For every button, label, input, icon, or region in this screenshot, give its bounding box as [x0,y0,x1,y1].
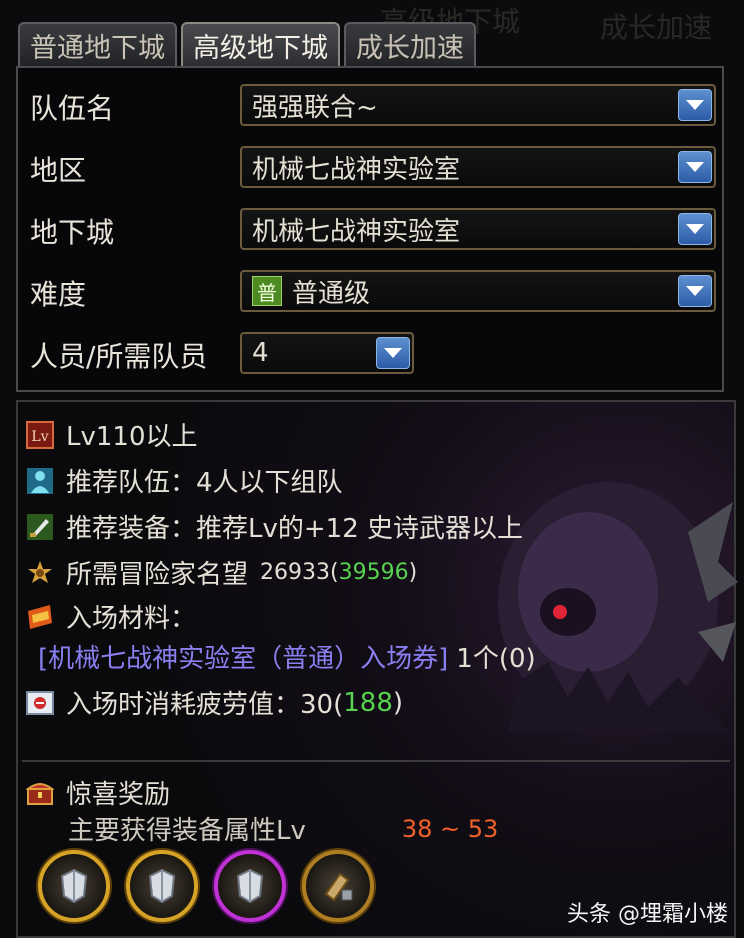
armor-reward-icon[interactable] [214,850,286,922]
chevron-down-icon[interactable] [678,151,712,183]
tab-growth-boost[interactable]: 成长加速 [344,22,476,66]
tab-normal-dungeon[interactable]: 普通地下城 [18,22,177,66]
dungeon-value: 机械七战神实验室 [252,216,461,247]
boss-artwork [498,482,738,732]
ticket-count: 1个(0) [456,644,536,674]
region-select[interactable]: 机械七战神实验室 [240,146,716,188]
ticket-name[interactable]: [机械七战神实验室（普通）入场券] [38,638,448,675]
members-label: 人员/所需队员 [30,340,208,373]
difficulty-value: 普通级 [292,278,371,309]
sword-icon [26,513,54,541]
fame-requirement: 所需冒险家名望 26933(39596) [26,554,417,591]
team-name-label: 队伍名 [30,92,115,125]
difficulty-select[interactable]: 普 普通级 [240,270,716,312]
watermark: 头条 @埋霜小楼 [567,896,728,928]
fatigue-label: 入场时消耗疲劳值：30( [66,690,344,720]
members-row: 人员/所需队员 [30,332,240,378]
recommended-gear: 推荐装备：推荐Lv的+12 史诗武器以上 [26,508,523,545]
recommended-team-text: 推荐队伍：4人以下组队 [66,468,343,498]
watermark-text: 头条 @埋霜小楼 [567,902,728,927]
fame-current: 26933( [260,560,339,585]
fatigue-close: ) [392,687,404,718]
fame-close: ) [408,560,418,585]
team-name-row: 队伍名 [30,84,240,130]
difficulty-badge: 普 [252,276,282,306]
dungeon-tabs: 普通地下城 高级地下城 成长加速 [18,22,476,66]
fame-required: 39596 [338,560,409,585]
members-value: 4 [252,338,269,368]
reward-items [38,850,374,922]
armor-reward-icon[interactable] [126,850,198,922]
dungeon-info-panel: Lv Lv110以上 推荐队伍：4人以下组队 推荐装备：推荐Lv的+12 史诗武… [16,400,738,938]
svg-text:Lv: Lv [31,429,48,445]
difficulty-row: 难度 [30,270,240,316]
difficulty-label: 难度 [30,278,87,311]
chevron-down-icon[interactable] [678,89,712,121]
treasure-chest-icon [26,779,54,807]
chevron-down-icon[interactable] [678,213,712,245]
region-value: 机械七战神实验室 [252,154,461,185]
background-ghost-tab: 成长加速 [600,11,713,44]
fatigue-icon [26,689,54,717]
reward-level-range: 38 ~ 53 [401,814,499,843]
level-icon: Lv [26,420,54,449]
recommended-team: 推荐队伍：4人以下组队 [26,462,343,499]
team-name-select[interactable]: 强强联合~ [240,84,716,126]
dungeon-select[interactable]: 机械七战神实验室 [240,208,716,250]
chevron-down-icon[interactable] [678,275,712,307]
fatigue-cost: 入场时消耗疲劳值：30(188) [26,684,403,721]
reward-level-label: 主要获得装备属性Lv [68,816,306,846]
region-row: 地区 [30,146,240,192]
bonus-reward-title: 惊喜奖励 [26,774,170,811]
tab-advanced-dungeon[interactable]: 高级地下城 [181,22,340,66]
region-label: 地区 [30,154,87,187]
recommended-gear-text: 推荐装备：推荐Lv的+12 史诗武器以上 [66,514,524,544]
reward-level-line: 主要获得装备属性Lv 38 ~ 53 [68,810,498,847]
dungeon-row: 地下城 [30,208,240,254]
entry-ticket: [机械七战神实验室（普通）入场券] 1个(0) [38,638,536,675]
section-divider [22,760,730,762]
dungeon-label: 地下城 [30,216,115,249]
fatigue-value: 188 [343,687,393,718]
ticket-icon [26,603,54,631]
party-icon [26,467,54,495]
entry-material-label: 入场材料： [66,604,197,634]
party-form-panel: 队伍名 强强联合~ 地区 机械七战神实验室 地下城 机械七战神实验室 难度 普 … [16,66,724,392]
chevron-down-icon[interactable] [376,337,410,369]
fame-label: 所需冒险家名望 [66,560,249,590]
armor-reward-icon[interactable] [38,850,110,922]
fame-icon [26,559,54,587]
level-requirement: Lv Lv110以上 [26,416,198,453]
members-select[interactable]: 4 [240,332,414,374]
level-text: Lv110以上 [66,422,198,452]
bonus-reward-label: 惊喜奖励 [66,780,171,810]
material-reward-icon[interactable] [302,850,374,922]
team-name-value: 强强联合~ [252,92,378,123]
entry-material: 入场材料： [26,598,196,635]
